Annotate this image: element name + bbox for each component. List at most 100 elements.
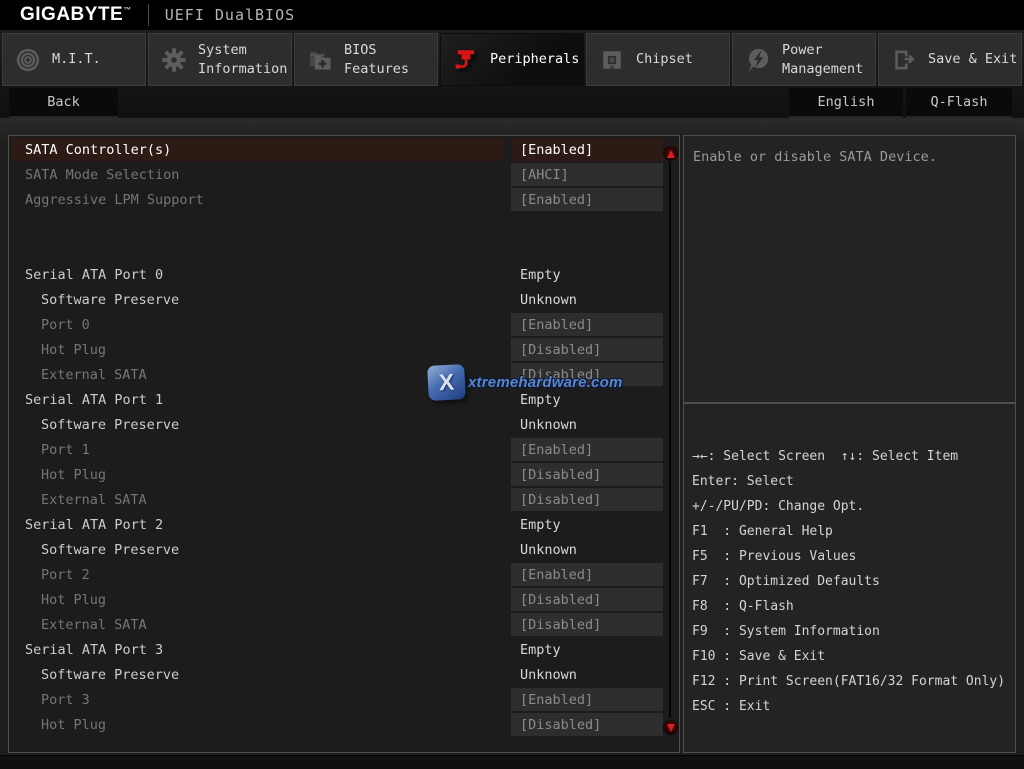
help-text: Enable or disable SATA Device.: [693, 149, 937, 165]
setting-label: Software Preserve: [11, 413, 504, 436]
tab-chipset[interactable]: Chipset: [586, 33, 730, 86]
setting-value[interactable]: [Enabled]: [511, 563, 663, 586]
setting-label: Software Preserve: [11, 538, 504, 561]
setting-label: Hot Plug: [11, 463, 504, 486]
setting-value[interactable]: [Disabled]: [511, 488, 663, 511]
tab-power-management[interactable]: Power Management: [732, 33, 876, 86]
setting-label: Serial ATA Port 0: [11, 263, 504, 286]
key-help-line: F12 : Print Screen(FAT16/32 Format Only): [692, 669, 1015, 694]
gigabyte-logo: GIGABYTE™: [20, 4, 132, 26]
settings-list: SATA Controller(s)[Enabled]SATA Mode Sel…: [9, 137, 679, 737]
setting-row[interactable]: Serial ATA Port 2Empty: [9, 512, 679, 537]
setting-row[interactable]: Software Preserve Unknown: [9, 412, 679, 437]
key-help-list: →←: Select Screen ↑↓: Select ItemEnter: …: [692, 444, 1015, 719]
setting-value[interactable]: [Enabled]: [511, 313, 663, 336]
top-bar: GIGABYTE™ UEFI DualBIOS: [0, 0, 1024, 30]
up-triangle-icon: [667, 150, 675, 158]
setting-row[interactable]: Port 2 [Enabled]: [9, 562, 679, 587]
setting-row[interactable]: External SATA [Disabled]: [9, 487, 679, 512]
power-bolt-icon: [744, 46, 772, 74]
setting-value: Empty: [511, 388, 663, 411]
key-help-line: F9 : System Information: [692, 619, 1015, 644]
tab-bios-features[interactable]: BIOS Features: [294, 33, 438, 86]
setting-value[interactable]: [Disabled]: [511, 338, 663, 361]
setting-label: External SATA: [11, 488, 504, 511]
setting-value: Empty: [511, 513, 663, 536]
settings-panel: SATA Controller(s)[Enabled]SATA Mode Sel…: [8, 135, 680, 753]
scroll-down-arrow[interactable]: [663, 720, 678, 735]
setting-row[interactable]: Port 0[Enabled]: [9, 312, 679, 337]
setting-value[interactable]: [Disabled]: [511, 363, 663, 386]
setting-row[interactable]: SATA Mode Selection[AHCI]: [9, 162, 679, 187]
scrollbar-track[interactable]: [669, 162, 671, 718]
tab-label: BIOS Features: [344, 41, 437, 77]
setting-row[interactable]: External SATA [Disabled]: [9, 362, 679, 387]
setting-label: External SATA: [11, 613, 504, 636]
setting-value: Unknown: [511, 538, 663, 561]
setting-row[interactable]: Serial ATA Port 0Empty: [9, 262, 679, 287]
setting-row[interactable]: Port 3[Enabled]: [9, 687, 679, 712]
setting-value[interactable]: [Enabled]: [511, 188, 663, 211]
setting-label: Software Preserve: [11, 288, 504, 311]
scroll-up-arrow[interactable]: [663, 146, 678, 161]
setting-label: Hot Plug: [11, 588, 504, 611]
setting-value[interactable]: [Enabled]: [511, 438, 663, 461]
setting-row[interactable]: Serial ATA Port 1 Empty: [9, 387, 679, 412]
setting-value[interactable]: [Enabled]: [511, 688, 663, 711]
tab-m-i-t[interactable]: M.I.T.: [2, 33, 146, 86]
setting-value: Unknown: [511, 413, 663, 436]
setting-value: Empty: [511, 638, 663, 661]
setting-row[interactable]: Port 1 [Enabled]: [9, 437, 679, 462]
tab-label: Save & Exit: [928, 50, 1017, 68]
setting-row[interactable]: Software Preserve Unknown: [9, 287, 679, 312]
setting-label: Serial ATA Port 3: [11, 638, 504, 661]
tab-system-information[interactable]: System Information: [148, 33, 292, 86]
setting-value[interactable]: [Disabled]: [511, 463, 663, 486]
setting-row[interactable]: Serial ATA Port 3 Empty: [9, 637, 679, 662]
setting-value[interactable]: [Disabled]: [511, 613, 663, 636]
tab-peripherals[interactable]: Peripherals: [440, 33, 584, 86]
tab-label: System Information: [198, 41, 291, 77]
key-help-line: +/-/PU/PD: Change Opt.: [692, 494, 1015, 519]
setting-row[interactable]: Hot Plug [Disabled]: [9, 337, 679, 362]
setting-value: Unknown: [511, 288, 663, 311]
setting-row[interactable]: Hot Plug [Disabled]: [9, 712, 679, 737]
mit-dial-icon: [14, 46, 42, 74]
setting-value[interactable]: [Disabled]: [511, 713, 663, 736]
bottom-strip: [0, 755, 1024, 769]
key-help-line: Enter: Select: [692, 469, 1015, 494]
setting-row[interactable]: Hot Plug [Disabled]: [9, 587, 679, 612]
setting-value[interactable]: [Enabled]: [511, 138, 663, 161]
setting-value: Unknown: [511, 663, 663, 686]
key-help-line: ESC : Exit: [692, 694, 1015, 719]
setting-row[interactable]: Aggressive LPM Support[Enabled]: [9, 187, 679, 212]
setting-row[interactable]: Software Preserve Unknown: [9, 537, 679, 562]
setting-label: External SATA: [11, 363, 504, 386]
tab-label: M.I.T.: [52, 50, 101, 68]
setting-value[interactable]: [AHCI]: [511, 163, 663, 186]
setting-value[interactable]: [Disabled]: [511, 588, 663, 611]
language-button[interactable]: English: [789, 88, 903, 118]
setting-row[interactable]: External SATA [Disabled]: [9, 612, 679, 637]
keys-panel: →←: Select Screen ↑↓: Select ItemEnter: …: [683, 403, 1016, 753]
setting-label: Port 2: [11, 563, 504, 586]
tab-save-exit[interactable]: Save & Exit: [878, 33, 1022, 86]
setting-label: Serial ATA Port 1: [11, 388, 504, 411]
peripherals-plug-icon: [452, 46, 480, 74]
bios-screen: { "brand": { "logo": "GIGABYTE", "tm": "…: [0, 0, 1024, 768]
save-exit-icon: [890, 46, 918, 74]
setting-label: Hot Plug: [11, 338, 504, 361]
setting-row[interactable]: SATA Controller(s) [Enabled]: [9, 137, 679, 162]
spacer-row: [9, 212, 679, 237]
key-help-line: →←: Select Screen ↑↓: Select Item: [692, 444, 1015, 469]
tab-bar: M.I.T. System Information BIOS FeaturesPer…: [2, 33, 1022, 86]
setting-label: SATA Controller(s): [11, 138, 504, 161]
setting-row[interactable]: Hot Plug [Disabled]: [9, 462, 679, 487]
setting-label: Hot Plug: [11, 713, 504, 736]
setting-label: Port 1: [11, 438, 504, 461]
trademark-symbol: ™: [123, 6, 132, 15]
qflash-button[interactable]: Q-Flash: [906, 88, 1012, 118]
key-help-line: F8 : Q-Flash: [692, 594, 1015, 619]
setting-row[interactable]: Software PreserveUnknown: [9, 662, 679, 687]
back-button[interactable]: Back: [9, 88, 118, 118]
